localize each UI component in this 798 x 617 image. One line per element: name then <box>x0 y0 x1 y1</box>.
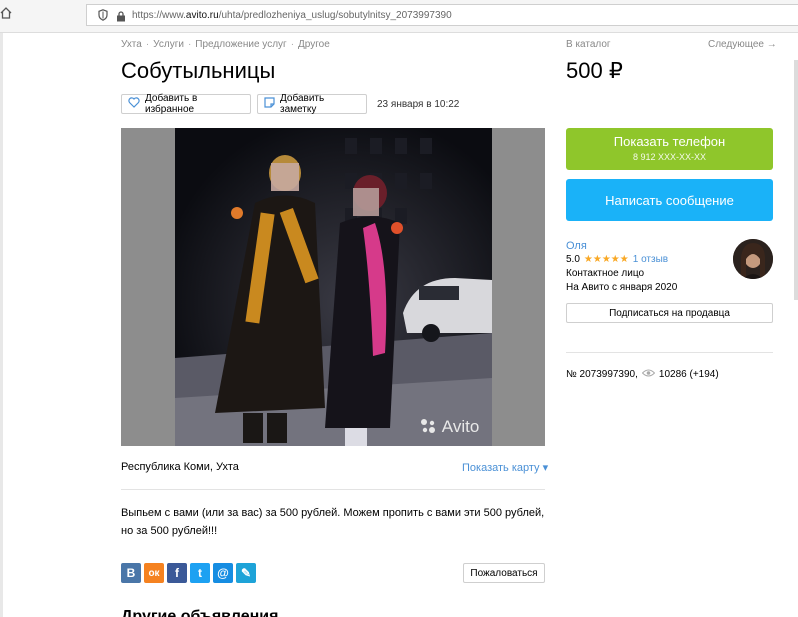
contact-person: Контактное лицо <box>566 268 645 279</box>
section-heading-partial: Другие объявления <box>121 608 279 617</box>
note-icon <box>264 97 275 111</box>
avito-logo-icon <box>420 417 442 436</box>
write-message-button[interactable]: Написать сообщение <box>566 179 773 221</box>
divider <box>121 489 545 490</box>
ad-number: № 2073997390, <box>566 369 638 380</box>
listing-photo[interactable] <box>175 128 492 446</box>
view-count: 10286 (+194) <box>658 369 719 380</box>
report-button[interactable]: Пожаловаться <box>463 563 545 583</box>
price: 500 ₽ <box>566 58 623 83</box>
share-buttons: В ок f t @ ✎ <box>121 563 256 583</box>
seller-name[interactable]: Оля <box>566 240 587 252</box>
home-icon[interactable] <box>0 6 12 22</box>
on-avito-since: На Авито с января 2020 <box>566 282 678 293</box>
odnoklassniki-icon[interactable]: ок <box>144 563 164 583</box>
url-path: /uhta/predlozheniya_uslug/sobutylnitsy_2… <box>218 10 452 21</box>
window-edge <box>0 33 3 617</box>
breadcrumb-item[interactable]: Другое <box>298 39 330 50</box>
phone-masked: 8 912 XXX-XX-XX <box>632 152 707 162</box>
next-listing-link[interactable]: Следующее → <box>708 39 777 50</box>
breadcrumb: Ухта · Услуги · Предложение услуг · Другое <box>121 39 330 50</box>
eye-icon <box>641 369 656 380</box>
divider <box>566 352 773 353</box>
add-note-button[interactable]: Добавить заметку <box>257 93 367 115</box>
vk-icon[interactable]: В <box>121 563 141 583</box>
avatar[interactable] <box>733 239 773 279</box>
location: Республика Коми, Ухта <box>121 461 239 473</box>
heart-icon <box>128 97 140 111</box>
url-domain: avito.ru <box>185 10 219 21</box>
rating-value: 5.0 <box>566 254 580 265</box>
shield-icon[interactable] <box>98 8 108 21</box>
seller-rating: 5.0 ★★★★★ 1 отзыв <box>566 254 668 265</box>
url-text[interactable]: https://www.avito.ru/uhta/predlozheniya_… <box>132 10 452 21</box>
add-favorite-button[interactable]: Добавить в избранное <box>121 93 251 115</box>
description-line: но за 500 рублей!!! <box>121 525 218 537</box>
reviews-link[interactable]: 1 отзыв <box>633 254 668 265</box>
show-phone-button[interactable]: Показать телефон 8 912 XXX-XX-XX <box>566 128 773 170</box>
facebook-icon[interactable]: f <box>167 563 187 583</box>
subscribe-seller-button[interactable]: Подписаться на продавца <box>566 303 773 323</box>
listing-stats: № 2073997390, 10286 (+194) <box>566 369 719 380</box>
star-icon: ★★★★★ <box>583 254 629 265</box>
description: Выпьем с вами (или за вас) за 500 рублей… <box>121 504 545 540</box>
mail-icon[interactable]: @ <box>213 563 233 583</box>
add-note-label: Добавить заметку <box>280 93 325 115</box>
twitter-icon[interactable]: t <box>190 563 210 583</box>
livejournal-icon[interactable]: ✎ <box>236 563 256 583</box>
breadcrumb-item[interactable]: Предложение услуг <box>195 39 286 50</box>
catalog-link[interactable]: В каталог <box>566 39 611 50</box>
avito-watermark: Avito <box>420 417 479 437</box>
page-title: Собутыльницы <box>121 58 276 83</box>
breadcrumb-item[interactable]: Услуги <box>153 39 184 50</box>
watermark-text: Avito <box>441 417 480 436</box>
lock-icon <box>116 9 126 22</box>
show-map-link[interactable]: Показать карту ▾ <box>462 461 548 474</box>
show-phone-label: Показать телефон <box>613 134 726 149</box>
add-favorite-label: Добавить в избранное <box>145 93 198 115</box>
url-prefix: https://www. <box>132 10 186 21</box>
scrollbar[interactable] <box>794 60 798 300</box>
description-line: Выпьем с вами (или за вас) за 500 рублей… <box>121 507 545 519</box>
breadcrumb-item[interactable]: Ухта <box>121 39 142 50</box>
publish-date: 23 января в 10:22 <box>377 99 460 110</box>
